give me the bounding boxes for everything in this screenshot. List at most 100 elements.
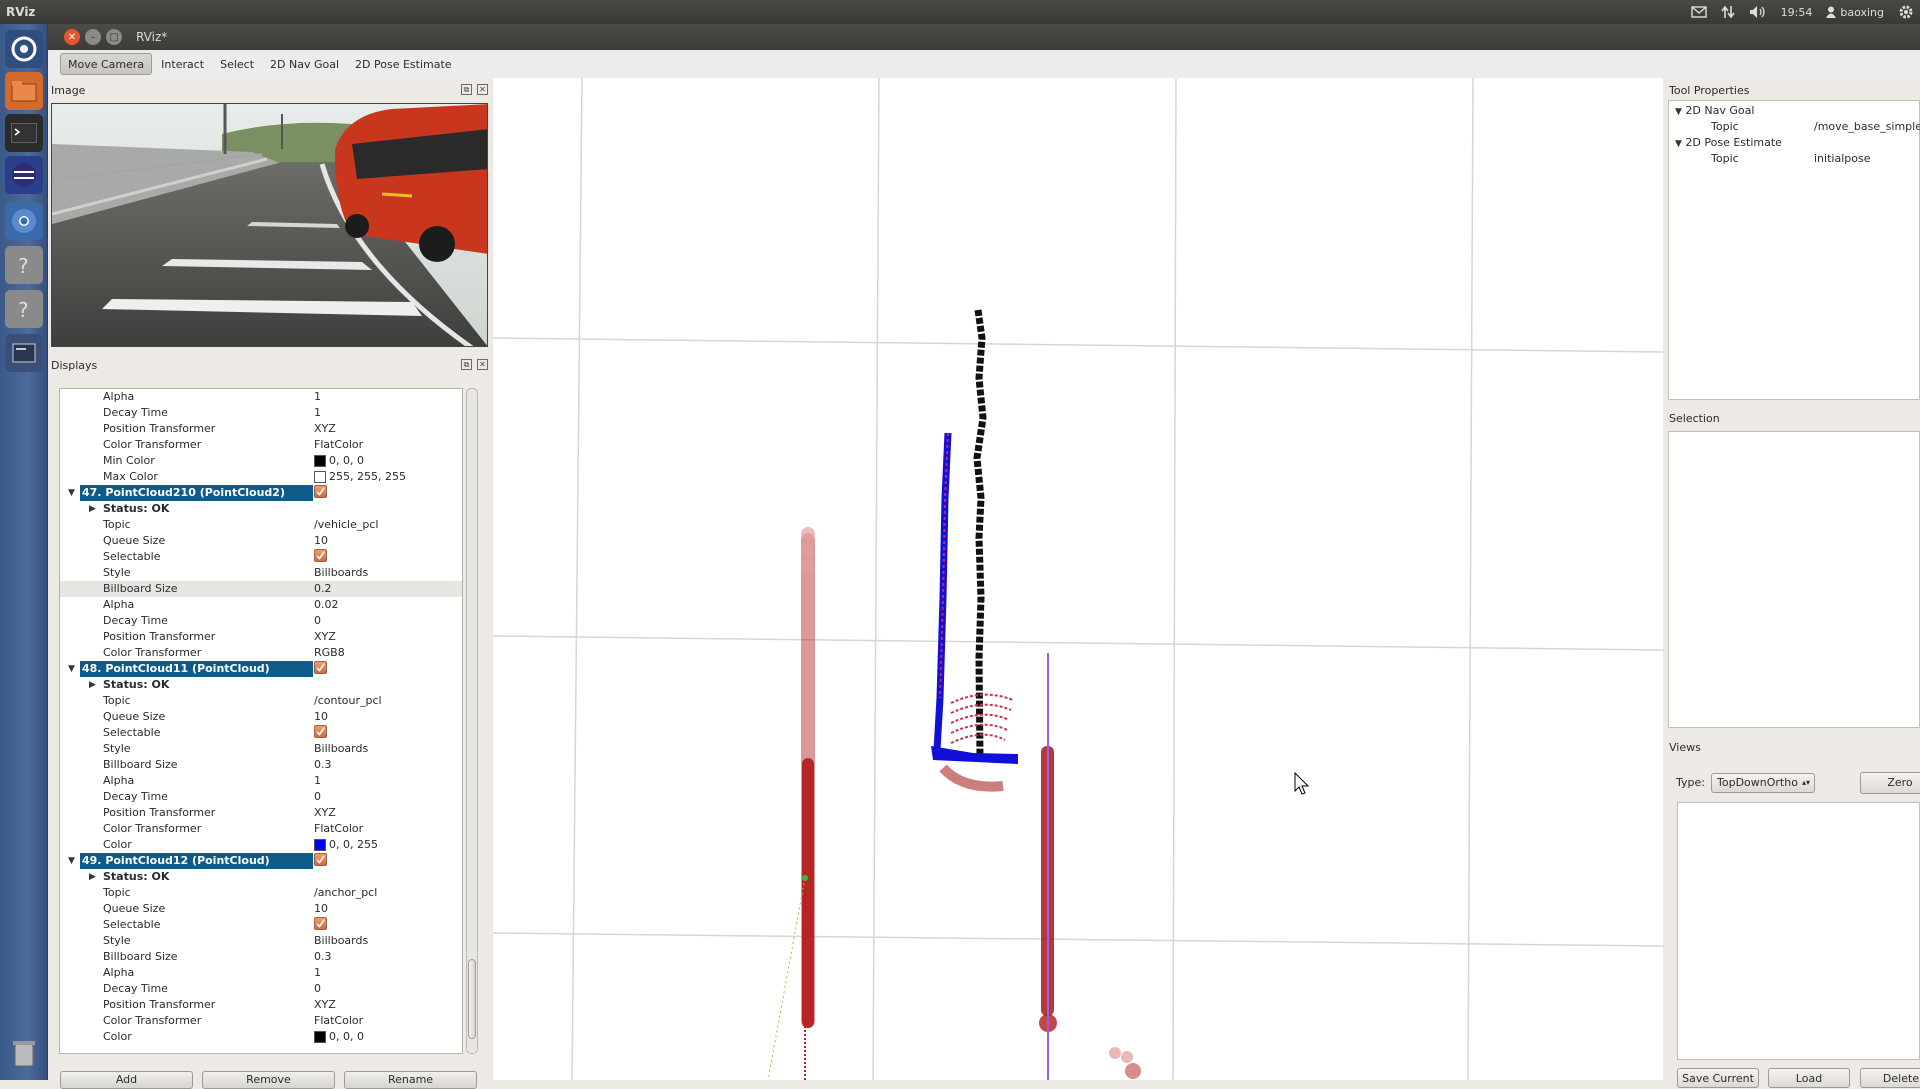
collapse-arrow-icon[interactable]: ▼: [68, 485, 75, 501]
property-row[interactable]: Decay Time 0: [60, 981, 462, 997]
property-value[interactable]: 1: [314, 389, 321, 405]
property-value[interactable]: [314, 661, 327, 674]
color-swatch[interactable]: [314, 455, 326, 467]
checkbox[interactable]: [314, 485, 327, 498]
property-value[interactable]: Billboards: [314, 565, 368, 581]
property-value[interactable]: 0.2: [314, 581, 332, 597]
property-row[interactable]: Topic/anchor_pcl: [60, 885, 462, 901]
property-value[interactable]: 0, 0, 0: [314, 453, 364, 469]
status-row[interactable]: ▶ Status: OK: [60, 501, 462, 517]
save-current-view-button[interactable]: Save Current: [1677, 1068, 1759, 1088]
dash-home-icon[interactable]: [5, 30, 43, 68]
property-row[interactable]: Queue Size 10: [60, 533, 462, 549]
remove-display-button[interactable]: Remove: [202, 1071, 335, 1089]
window-app-icon[interactable]: [5, 334, 43, 372]
property-value[interactable]: 1: [314, 965, 321, 981]
scrollbar-thumb[interactable]: [468, 959, 476, 1039]
property-value[interactable]: 1: [314, 405, 321, 421]
property-row[interactable]: Billboard Size 0.3: [60, 949, 462, 965]
property-row[interactable]: Color Transformer FlatColor: [60, 821, 462, 837]
volume-icon[interactable]: [1749, 5, 1767, 19]
property-value[interactable]: [314, 853, 327, 866]
property-row[interactable]: Queue Size 10: [60, 901, 462, 917]
tool-2d-pose-estimate[interactable]: 2D Pose Estimate: [348, 53, 459, 75]
property-row[interactable]: Billboard Size 0.2: [60, 581, 462, 597]
property-value[interactable]: /contour_pcl: [314, 693, 382, 709]
files-icon[interactable]: [5, 72, 43, 110]
add-display-button[interactable]: Add: [60, 1071, 193, 1089]
property-value[interactable]: XYZ: [314, 629, 336, 645]
undock-icon[interactable]: ⧉: [461, 84, 472, 95]
color-swatch[interactable]: [314, 839, 326, 851]
property-row[interactable]: Alpha 1: [60, 389, 462, 405]
trash-icon[interactable]: [5, 1034, 43, 1072]
expand-arrow-icon[interactable]: ▶: [89, 501, 96, 517]
property-value[interactable]: [314, 485, 327, 498]
render-viewport[interactable]: [493, 78, 1663, 1080]
property-row[interactable]: Max Color 255, 255, 255: [60, 469, 462, 485]
undock-icon[interactable]: ⧉: [461, 359, 472, 370]
status-row[interactable]: ▶ Status: OK: [60, 677, 462, 693]
tool-group-pose-estimate[interactable]: ▼ 2D Pose Estimate: [1675, 135, 1782, 151]
property-row[interactable]: Color 0, 0, 255: [60, 837, 462, 853]
property-value[interactable]: 0, 0, 0: [314, 1029, 364, 1045]
property-row[interactable]: Style Billboards: [60, 565, 462, 581]
property-value[interactable]: FlatColor: [314, 821, 363, 837]
property-row[interactable]: Position Transformer XYZ: [60, 421, 462, 437]
property-row[interactable]: Topic/contour_pcl: [60, 693, 462, 709]
property-row[interactable]: Min Color 0, 0, 0: [60, 453, 462, 469]
property-value[interactable]: [314, 549, 327, 562]
pose-estimate-topic-value[interactable]: initialpose: [1814, 151, 1870, 167]
property-value[interactable]: 10: [314, 533, 328, 549]
property-row[interactable]: Decay Time 0: [60, 613, 462, 629]
checkbox[interactable]: [314, 725, 327, 738]
display-item[interactable]: ▼ 47. PointCloud210 (PointCloud2): [60, 485, 462, 501]
property-row[interactable]: Queue Size 10: [60, 709, 462, 725]
property-row[interactable]: Color 0, 0, 0: [60, 1029, 462, 1045]
color-swatch[interactable]: [314, 471, 326, 483]
property-value[interactable]: /vehicle_pcl: [314, 517, 378, 533]
property-row[interactable]: Selectable: [60, 917, 462, 933]
property-value[interactable]: 0: [314, 981, 321, 997]
property-row[interactable]: Topic/vehicle_pcl: [60, 517, 462, 533]
property-row[interactable]: Decay Time 0: [60, 789, 462, 805]
tool-interact[interactable]: Interact: [154, 53, 211, 75]
property-row[interactable]: Color Transformer FlatColor: [60, 437, 462, 453]
delete-view-button[interactable]: Delete: [1860, 1068, 1920, 1088]
property-row[interactable]: Position Transformer XYZ: [60, 805, 462, 821]
saved-views-list[interactable]: [1677, 802, 1920, 1060]
minimize-window-button[interactable]: –: [85, 29, 101, 45]
clock[interactable]: 19:54: [1781, 6, 1813, 19]
unknown-app-icon-2[interactable]: ?: [5, 290, 43, 328]
property-row[interactable]: Alpha 0.02: [60, 597, 462, 613]
displays-tree[interactable]: Alpha 1 Decay Time 1 Position Transformer XYZ…: [59, 388, 463, 1054]
property-value[interactable]: 0: [314, 613, 321, 629]
property-value[interactable]: Billboards: [314, 741, 368, 757]
close-icon[interactable]: ✕: [477, 359, 488, 370]
tool-select[interactable]: Select: [213, 53, 261, 75]
property-value[interactable]: RGB8: [314, 645, 345, 661]
terminal-icon[interactable]: [5, 114, 43, 152]
displays-scrollbar[interactable]: [466, 388, 478, 1054]
tool-move-camera[interactable]: Move Camera: [60, 53, 153, 75]
color-swatch[interactable]: [314, 1031, 326, 1043]
tool-properties-tree[interactable]: ▼ 2D Nav Goal Topic /move_base_simple/..…: [1668, 100, 1920, 400]
property-value[interactable]: 255, 255, 255: [314, 469, 406, 485]
network-icon[interactable]: [1721, 5, 1735, 19]
property-row[interactable]: Style Billboards: [60, 741, 462, 757]
property-row[interactable]: Color Transformer RGB8: [60, 645, 462, 661]
collapse-arrow-icon[interactable]: ▼: [68, 661, 75, 677]
checkbox[interactable]: [314, 549, 327, 562]
property-value[interactable]: 0: [314, 789, 321, 805]
selection-tree[interactable]: [1668, 431, 1920, 728]
expand-arrow-icon[interactable]: ▶: [89, 869, 96, 885]
tool-group-nav-goal[interactable]: ▼ 2D Nav Goal: [1675, 103, 1754, 119]
collapse-arrow-icon[interactable]: ▼: [68, 853, 75, 869]
mail-icon[interactable]: [1690, 6, 1707, 18]
property-value[interactable]: [314, 725, 327, 738]
nav-goal-topic-value[interactable]: /move_base_simple/...: [1814, 119, 1920, 135]
close-icon[interactable]: ✕: [477, 84, 488, 95]
view-type-select[interactable]: TopDownOrtho ▴▾: [1711, 773, 1815, 793]
property-value[interactable]: FlatColor: [314, 1013, 363, 1029]
display-item[interactable]: ▼ 48. PointCloud11 (PointCloud): [60, 661, 462, 677]
